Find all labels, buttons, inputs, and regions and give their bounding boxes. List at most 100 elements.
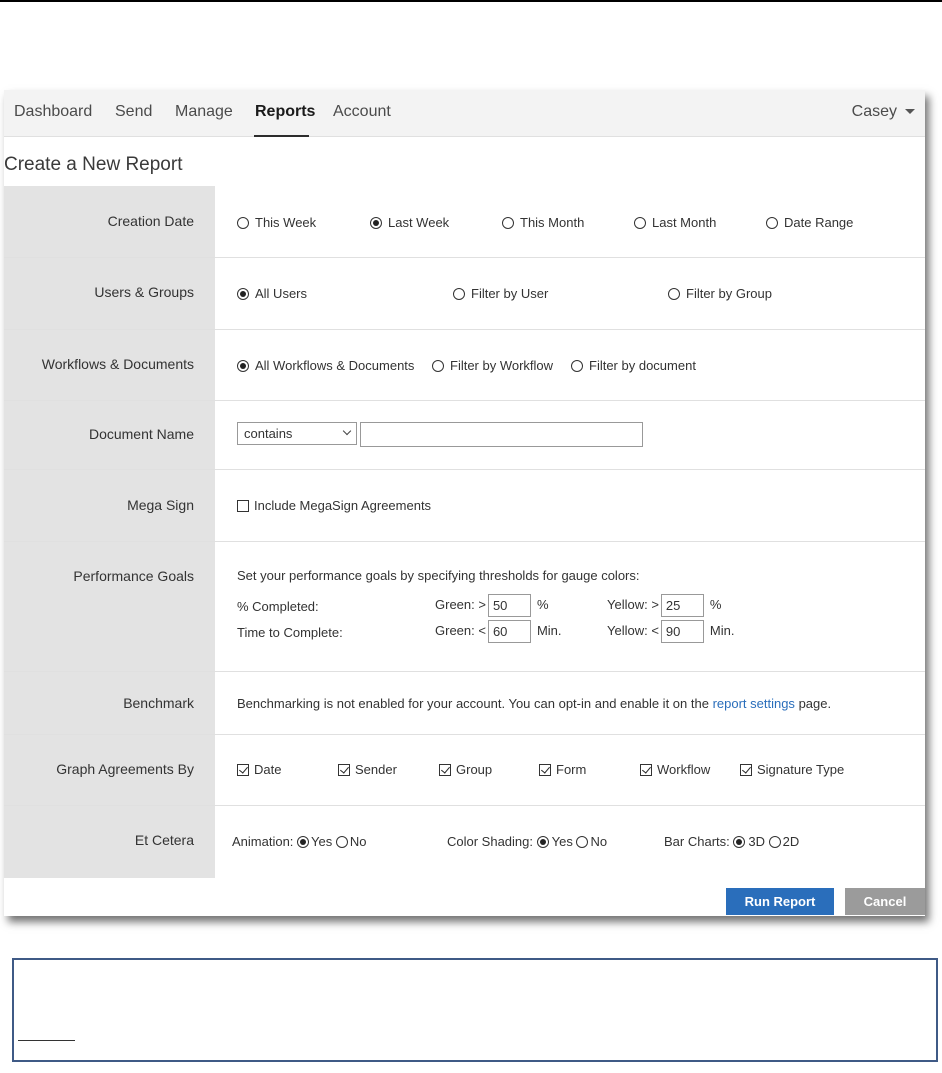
checkbox-checked-icon: [237, 763, 249, 776]
percent-unit: %: [709, 596, 722, 612]
radio-shading-no[interactable]: [576, 835, 589, 848]
radio-all-workflows[interactable]: All Workflows & Documents: [237, 358, 414, 373]
nav-manage[interactable]: Manage: [175, 103, 233, 121]
radio-shading-yes[interactable]: [536, 835, 549, 848]
color-shading-group: Color Shading: Yes No: [447, 834, 607, 849]
chevron-down-icon: [342, 426, 352, 436]
radio-filter-by-user[interactable]: Filter by User: [453, 286, 548, 301]
caret-down-icon: [905, 109, 915, 115]
checkbox-icon: [237, 499, 249, 512]
nav-reports[interactable]: Reports: [255, 103, 315, 121]
checkbox-signature-type[interactable]: Signature Type: [740, 762, 844, 777]
green-gt-label: Green: >: [435, 596, 486, 612]
radio-icon: [766, 216, 778, 229]
checkbox-label: Signature Type: [757, 762, 845, 777]
checkbox-checked-icon: [439, 763, 451, 776]
et-cetera-label: Et Cetera: [134, 832, 194, 848]
radio-this-month[interactable]: This Month: [502, 215, 584, 230]
radio-selected-icon: [237, 287, 249, 300]
user-name: Casey: [851, 103, 897, 120]
cancel-button[interactable]: Cancel: [845, 888, 925, 915]
completed-yellow-input[interactable]: 25: [660, 594, 704, 617]
radio-selected-icon: [237, 359, 249, 372]
match-type-select[interactable]: contains: [237, 422, 357, 445]
checkbox-workflow[interactable]: Workflow: [640, 762, 710, 777]
checkbox-date[interactable]: Date: [237, 762, 281, 777]
run-report-button[interactable]: Run Report: [726, 888, 834, 915]
select-value: contains: [244, 426, 293, 441]
time-label: Time to Complete:: [237, 625, 343, 640]
nav-dashboard[interactable]: Dashboard: [14, 103, 92, 121]
nav-send[interactable]: Send: [115, 103, 152, 121]
animation-group: Animation: Yes No: [232, 834, 367, 849]
workflows-documents-label: Workflows & Documents: [41, 356, 194, 372]
radio-all-users[interactable]: All Users: [237, 286, 307, 301]
green-lt-label: Green: <: [435, 622, 486, 638]
checkbox-label: Sender: [355, 762, 397, 777]
completed-green-input[interactable]: 50: [487, 594, 531, 617]
yes-label: Yes: [551, 834, 573, 849]
bar-charts-label: Bar Charts:: [664, 834, 730, 849]
checkbox-label: Workflow: [657, 762, 711, 777]
radio-filter-by-document[interactable]: Filter by document: [571, 358, 696, 373]
radio-label: Last Month: [652, 215, 717, 230]
radio-animation-yes[interactable]: [297, 835, 310, 848]
checkbox-sender[interactable]: Sender: [338, 762, 397, 777]
radio-filter-by-workflow[interactable]: Filter by Workflow: [432, 358, 553, 373]
benchmark-suffix: page.: [798, 696, 832, 711]
percent-unit: %: [536, 596, 549, 612]
users-groups-label: Users & Groups: [94, 284, 194, 300]
top-nav: Dashboard Send Manage Reports Account Ca…: [4, 90, 925, 137]
completed-green-group: Green: >50%: [435, 594, 549, 617]
completed-label: % Completed:: [237, 599, 319, 614]
time-green-input[interactable]: 60: [487, 620, 531, 643]
radio-last-month[interactable]: Last Month: [634, 215, 716, 230]
note-underline: [18, 1040, 75, 1041]
color-shading-label: Color Shading:: [447, 834, 533, 849]
radio-last-week[interactable]: Last Week: [370, 215, 449, 230]
nav-account[interactable]: Account: [333, 103, 391, 121]
checkbox-include-megasign[interactable]: Include MegaSign Agreements: [237, 498, 431, 513]
radio-selected-icon: [370, 216, 382, 229]
radio-animation-no[interactable]: [335, 835, 348, 848]
radio-bar-2d[interactable]: [768, 835, 781, 848]
radio-icon: [237, 216, 249, 229]
row-creation-date: Creation Date This Week Last Week This M…: [4, 186, 925, 258]
user-menu[interactable]: Casey: [852, 103, 915, 121]
radio-label: Date Range: [784, 215, 854, 230]
report-settings-link[interactable]: report settings: [713, 696, 795, 711]
checkbox-label: Include MegaSign Agreements: [254, 498, 432, 513]
checkbox-group[interactable]: Group: [439, 762, 492, 777]
row-document-name: Document Name contains: [4, 401, 925, 470]
time-yellow-group: Yellow: <90 Min.: [607, 620, 734, 643]
2d-label: 2D: [782, 834, 800, 849]
radio-icon: [432, 359, 444, 372]
yellow-lt-label: Yellow: <: [607, 622, 659, 638]
checkbox-checked-icon: [539, 763, 551, 776]
row-workflows-documents: Workflows & Documents All Workflows & Do…: [4, 330, 925, 401]
no-label: No: [590, 834, 608, 849]
radio-label: Filter by Workflow: [450, 358, 554, 373]
radio-label: Last Week: [388, 215, 450, 230]
checkbox-label: Group: [456, 762, 493, 777]
radio-label: This Month: [520, 215, 585, 230]
note-box: [12, 958, 938, 1062]
radio-icon: [668, 287, 680, 300]
radio-this-week[interactable]: This Week: [237, 215, 316, 230]
document-name-input[interactable]: [360, 422, 643, 447]
row-graph-agreements-by: Graph Agreements By Date Sender Group Fo…: [4, 735, 925, 806]
report-form: Creation Date This Week Last Week This M…: [4, 186, 925, 878]
radio-filter-by-group[interactable]: Filter by Group: [668, 286, 772, 301]
checkbox-label: Form: [556, 762, 587, 777]
radio-date-range[interactable]: Date Range: [766, 215, 853, 230]
performance-goals-label: Performance Goals: [73, 568, 194, 584]
checkbox-form[interactable]: Form: [539, 762, 586, 777]
yes-label: Yes: [311, 834, 333, 849]
radio-icon: [453, 287, 465, 300]
radio-icon: [634, 216, 646, 229]
radio-bar-3d[interactable]: [733, 835, 746, 848]
radio-icon: [502, 216, 514, 229]
radio-label: Filter by User: [471, 286, 549, 301]
benchmark-text: Benchmarking is not enabled for your acc…: [237, 696, 709, 711]
time-yellow-input[interactable]: 90: [660, 620, 704, 643]
